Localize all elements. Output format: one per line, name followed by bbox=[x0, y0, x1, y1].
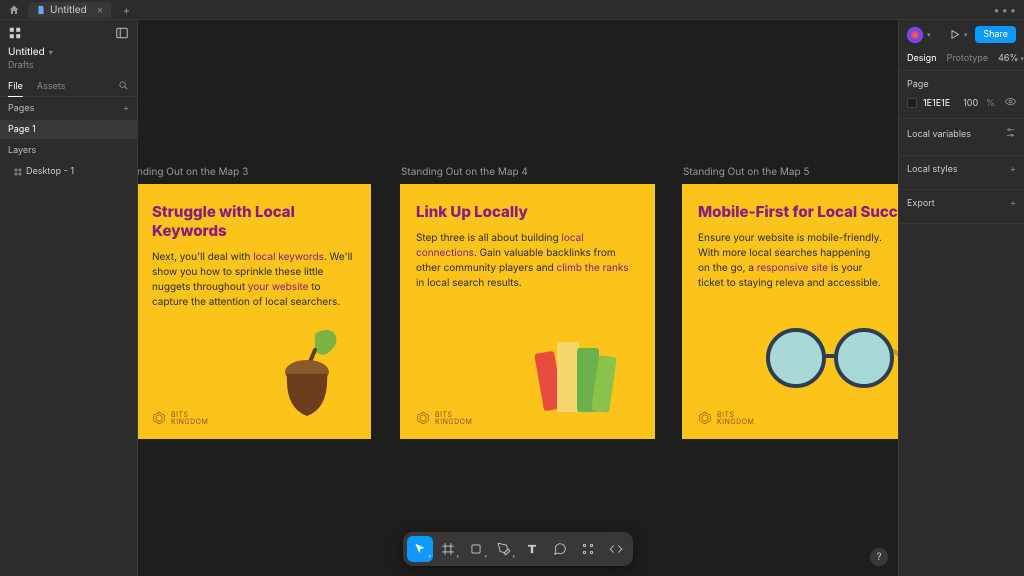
frame-label: Standing Out on the Map 4 bbox=[400, 166, 655, 178]
settings-icon[interactable] bbox=[1005, 127, 1016, 141]
dev-mode-tool[interactable] bbox=[603, 536, 629, 562]
left-tabs: File Assets bbox=[0, 77, 137, 97]
page-section-label: Page bbox=[907, 79, 929, 90]
left-sidebar: Untitled ▾ Drafts File Assets Pages + Pa… bbox=[0, 20, 138, 576]
document-icon bbox=[36, 5, 46, 15]
pen-tool[interactable]: ▾ bbox=[491, 536, 517, 562]
visibility-toggle-icon[interactable] bbox=[1005, 96, 1016, 110]
user-avatar[interactable] bbox=[907, 27, 923, 43]
frame-standing-out-3[interactable]: nding Out on the Map 3 Struggle with Loc… bbox=[138, 166, 371, 439]
home-icon[interactable] bbox=[6, 2, 22, 18]
tab-file[interactable]: File bbox=[8, 81, 23, 97]
bits-kingdom-logo: BITS KINGDOM bbox=[698, 411, 754, 425]
help-button[interactable]: ? bbox=[870, 548, 888, 566]
card-title: Mobile-First for Local Succe bbox=[698, 202, 882, 221]
card-title: Link Up Locally bbox=[416, 202, 639, 221]
frame-standing-out-5[interactable]: Standing Out on the Map 5 Mobile-First f… bbox=[682, 166, 898, 439]
text-tool[interactable] bbox=[519, 536, 545, 562]
canvas[interactable]: nding Out on the Map 3 Struggle with Loc… bbox=[138, 20, 898, 576]
actions-tool[interactable] bbox=[575, 536, 601, 562]
pages-section-header: Pages + bbox=[0, 97, 137, 120]
frame-label: Standing Out on the Map 5 bbox=[682, 166, 898, 178]
document-tab[interactable]: Untitled × bbox=[28, 2, 111, 18]
card-body: Ensure your website is mobile-friendly. … bbox=[698, 231, 882, 291]
close-tab-icon[interactable]: × bbox=[97, 4, 104, 16]
search-icon[interactable] bbox=[118, 80, 129, 94]
file-location[interactable]: Drafts bbox=[0, 60, 137, 77]
comment-tool[interactable] bbox=[547, 536, 573, 562]
card-body: Next, you'll deal with local keywords. W… bbox=[152, 250, 355, 310]
frame-standing-out-4[interactable]: Standing Out on the Map 4 Link Up Locall… bbox=[400, 166, 655, 439]
chevron-down-icon[interactable]: ▾ bbox=[964, 30, 968, 39]
color-hex[interactable]: 1E1E1E bbox=[923, 98, 957, 109]
acorn-illustration bbox=[275, 326, 353, 421]
card-title: Struggle with Local Keywords bbox=[152, 202, 355, 240]
tab-assets[interactable]: Assets bbox=[37, 81, 66, 92]
new-tab-button[interactable]: + bbox=[119, 3, 133, 17]
local-variables-label: Local variables bbox=[907, 129, 971, 140]
export-label: Export bbox=[907, 198, 935, 209]
title-bar: Untitled × + ••• bbox=[0, 0, 1024, 20]
present-button[interactable]: ▷ bbox=[951, 29, 960, 41]
add-style-button[interactable]: + bbox=[1010, 164, 1016, 175]
bottom-toolbar: ▾ ▾ ▾ ▾ bbox=[403, 532, 633, 566]
tab-design[interactable]: Design bbox=[907, 53, 937, 64]
layers-label: Layers bbox=[8, 145, 36, 156]
card-body: Step three is all about building local c… bbox=[416, 231, 639, 291]
background-color-row[interactable]: 1E1E1E 100 % bbox=[907, 96, 1016, 110]
file-name-row[interactable]: Untitled ▾ bbox=[0, 46, 137, 60]
layer-item[interactable]: Desktop - 1 bbox=[0, 162, 137, 181]
zoom-control[interactable]: 46%▾ bbox=[998, 53, 1024, 64]
tab-prototype[interactable]: Prototype bbox=[947, 53, 989, 64]
add-page-button[interactable]: + bbox=[123, 103, 129, 114]
main-menu-icon[interactable] bbox=[8, 26, 22, 40]
frame-tool[interactable]: ▾ bbox=[435, 536, 461, 562]
bits-kingdom-logo: BITS KINGDOM bbox=[152, 411, 208, 425]
file-name: Untitled bbox=[8, 46, 45, 58]
chevron-down-icon[interactable]: ▾ bbox=[927, 30, 931, 39]
pages-label: Pages bbox=[8, 103, 34, 114]
local-styles-label: Local styles bbox=[907, 164, 958, 175]
tab-title: Untitled bbox=[50, 4, 87, 16]
panel-toggle-icon[interactable] bbox=[115, 26, 129, 40]
bits-kingdom-logo: BITS KINGDOM bbox=[416, 411, 472, 425]
color-swatch[interactable] bbox=[907, 98, 917, 108]
layer-name: Desktop - 1 bbox=[26, 166, 74, 177]
share-button[interactable]: Share bbox=[975, 26, 1016, 43]
frame-label: nding Out on the Map 3 bbox=[138, 166, 371, 178]
add-export-button[interactable]: + bbox=[1010, 198, 1016, 209]
move-tool[interactable]: ▾ bbox=[407, 536, 433, 562]
right-sidebar: ▾ ▷ ▾ Share Design Prototype 46%▾ Page 1… bbox=[898, 20, 1024, 576]
layers-section-header: Layers bbox=[0, 139, 137, 162]
books-illustration bbox=[529, 322, 625, 421]
page-item[interactable]: Page 1 bbox=[0, 120, 137, 139]
app-menu-button[interactable]: ••• bbox=[993, 3, 1018, 17]
shape-tool[interactable]: ▾ bbox=[463, 536, 489, 562]
frame-icon bbox=[14, 168, 22, 176]
chevron-down-icon: ▾ bbox=[49, 47, 53, 57]
glasses-illustration bbox=[748, 326, 898, 399]
opacity-value[interactable]: 100 bbox=[963, 98, 978, 109]
